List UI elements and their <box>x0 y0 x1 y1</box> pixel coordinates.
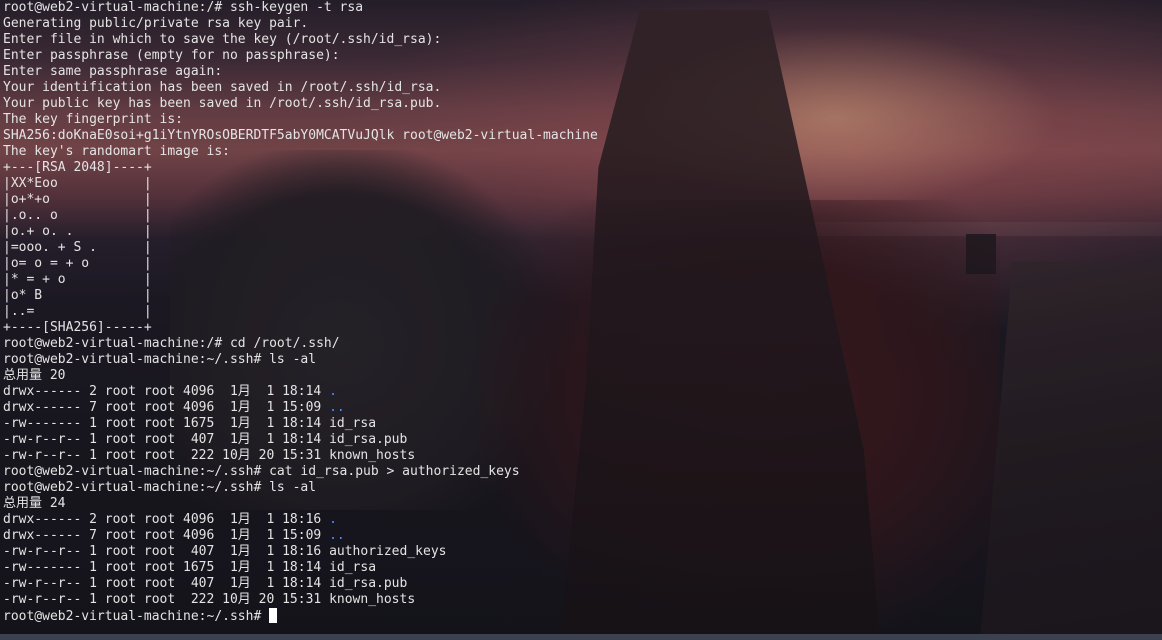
line-text: -rw------- 1 root root 1675 1月 1 18:14 i… <box>3 560 377 575</box>
shell-prompt: root@web2-virtual-machine:~/.ssh# <box>3 609 270 624</box>
terminal-line: Generating public/private rsa key pair. <box>3 16 598 32</box>
line-text: root@web2-virtual-machine:/# cd /root/.s… <box>3 336 340 351</box>
line-text: |=ooo. + S . | <box>3 240 152 255</box>
terminal-line: root@web2-virtual-machine:~/.ssh# cat id… <box>3 464 598 480</box>
terminal-line: drwx------ 7 root root 4096 1月 1 15:09 .… <box>3 400 598 416</box>
line-text: +----[SHA256]-----+ <box>3 320 152 335</box>
terminal-line: root@web2-virtual-machine:/# cd /root/.s… <box>3 336 598 352</box>
line-text: -rw-r--r-- 1 root root 407 1月 1 18:14 id… <box>3 432 408 447</box>
terminal-line: -rw-r--r-- 1 root root 407 1月 1 18:16 au… <box>3 544 598 560</box>
line-text: root@web2-virtual-machine:/# ssh-keygen … <box>3 0 364 15</box>
terminal-line: 总用量 24 <box>3 496 598 512</box>
line-text: |* = + o | <box>3 272 152 287</box>
line-text: Your identification has been saved in /r… <box>3 80 442 95</box>
terminal-line: |XX*Eoo | <box>3 176 598 192</box>
line-text: |..= | <box>3 304 152 319</box>
terminal-line: -rw------- 1 root root 1675 1月 1 18:14 i… <box>3 416 598 432</box>
terminal-line: Enter passphrase (empty for no passphras… <box>3 48 598 64</box>
text-cursor <box>269 608 278 623</box>
terminal-line: root@web2-virtual-machine:~/.ssh# ls -al <box>3 480 598 496</box>
line-text: root@web2-virtual-machine:~/.ssh# ls -al <box>3 480 317 495</box>
line-text: -rw-r--r-- 1 root root 407 1月 1 18:16 au… <box>3 544 447 559</box>
line-text: -rw------- 1 root root 1675 1月 1 18:14 i… <box>3 416 377 431</box>
terminal-line: |.o.. o | <box>3 208 598 224</box>
directory-name: . <box>329 384 337 399</box>
terminal-line: SHA256:doKnaE0soi+g1iYtnYROsOBERDTF5abY0… <box>3 128 598 144</box>
line-text: |o.+ o. . | <box>3 224 152 239</box>
terminal-line: |..= | <box>3 304 598 320</box>
line-text: |XX*Eoo | <box>3 176 152 191</box>
terminal-line: |o+*+o | <box>3 192 598 208</box>
terminal-line: drwx------ 2 root root 4096 1月 1 18:16 . <box>3 512 598 528</box>
terminal-line: Enter same passphrase again: <box>3 64 598 80</box>
terminal-line: root@web2-virtual-machine:~/.ssh# ls -al <box>3 352 598 368</box>
line-text: -rw-r--r-- 1 root root 222 10月 20 15:31 … <box>3 448 416 463</box>
terminal-line: The key fingerprint is: <box>3 112 598 128</box>
terminal-line: |=ooo. + S . | <box>3 240 598 256</box>
line-text: drwx------ 7 root root 4096 1月 1 15:09 <box>3 400 330 415</box>
directory-name: .. <box>329 528 345 543</box>
terminal-line: -rw-r--r-- 1 root root 222 10月 20 15:31 … <box>3 592 598 608</box>
directory-name: . <box>329 512 337 527</box>
line-text: The key's randomart image is: <box>3 144 230 159</box>
terminal-line: drwx------ 2 root root 4096 1月 1 18:14 . <box>3 384 598 400</box>
terminal-line: Enter file in which to save the key (/ro… <box>3 32 598 48</box>
terminal-window[interactable]: root@web2-virtual-machine:/# ssh-keygen … <box>0 0 1162 640</box>
line-text: Generating public/private rsa key pair. <box>3 16 309 31</box>
terminal-line: |* = + o | <box>3 272 598 288</box>
line-text: SHA256:doKnaE0soi+g1iYtnYROsOBERDTF5abY0… <box>3 128 598 143</box>
line-text: |o+*+o | <box>3 192 152 207</box>
terminal-line: -rw-r--r-- 1 root root 407 1月 1 18:14 id… <box>3 576 598 592</box>
line-text: root@web2-virtual-machine:~/.ssh# ls -al <box>3 352 317 367</box>
terminal-line: +----[SHA256]-----+ <box>3 320 598 336</box>
line-text: Enter passphrase (empty for no passphras… <box>3 48 340 63</box>
line-text: -rw-r--r-- 1 root root 407 1月 1 18:14 id… <box>3 576 408 591</box>
terminal-line: |o* B | <box>3 288 598 304</box>
line-text: drwx------ 2 root root 4096 1月 1 18:14 <box>3 384 330 399</box>
line-text: -rw-r--r-- 1 root root 222 10月 20 15:31 … <box>3 592 416 607</box>
line-text: drwx------ 2 root root 4096 1月 1 18:16 <box>3 512 330 527</box>
line-text: 总用量 20 <box>3 368 66 383</box>
terminal-line: -rw-r--r-- 1 root root 222 10月 20 15:31 … <box>3 448 598 464</box>
terminal-line: |o.+ o. . | <box>3 224 598 240</box>
line-text: |o= o = + o | <box>3 256 152 271</box>
line-text: Your public key has been saved in /root/… <box>3 96 442 111</box>
line-text: 总用量 24 <box>3 496 66 511</box>
terminal-line: +---[RSA 2048]----+ <box>3 160 598 176</box>
line-text: drwx------ 7 root root 4096 1月 1 15:09 <box>3 528 330 543</box>
terminal-line: drwx------ 7 root root 4096 1月 1 15:09 .… <box>3 528 598 544</box>
line-text: |.o.. o | <box>3 208 152 223</box>
line-text: +---[RSA 2048]----+ <box>3 160 152 175</box>
horizontal-scrollbar[interactable] <box>0 634 1162 640</box>
line-text: Enter same passphrase again: <box>3 64 223 79</box>
terminal-line: The key's randomart image is: <box>3 144 598 160</box>
terminal-line: -rw-r--r-- 1 root root 407 1月 1 18:14 id… <box>3 432 598 448</box>
line-text: root@web2-virtual-machine:~/.ssh# cat id… <box>3 464 520 479</box>
prompt-line[interactable]: root@web2-virtual-machine:~/.ssh# <box>3 608 598 624</box>
terminal-line: Your identification has been saved in /r… <box>3 80 598 96</box>
line-text: The key fingerprint is: <box>3 112 184 127</box>
line-text: |o* B | <box>3 288 152 303</box>
terminal-line: |o= o = + o | <box>3 256 598 272</box>
line-text: Enter file in which to save the key (/ro… <box>3 32 442 47</box>
terminal-line: Your public key has been saved in /root/… <box>3 96 598 112</box>
terminal-line: root@web2-virtual-machine:/# ssh-keygen … <box>3 0 598 16</box>
terminal-line: 总用量 20 <box>3 368 598 384</box>
directory-name: .. <box>329 400 345 415</box>
terminal-output[interactable]: root@web2-virtual-machine:/# ssh-keygen … <box>3 0 598 624</box>
terminal-line: -rw------- 1 root root 1675 1月 1 18:14 i… <box>3 560 598 576</box>
